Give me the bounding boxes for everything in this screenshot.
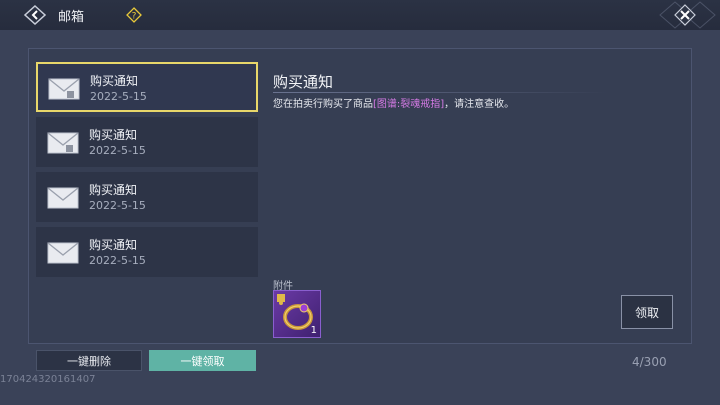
mail-list-item[interactable]: 购买通知 2022-5-15 [36, 227, 258, 277]
claim-button[interactable]: 领取 [621, 295, 673, 329]
back-arrow-icon [24, 5, 46, 25]
attachment-quantity: 1 [310, 325, 317, 336]
mail-list[interactable]: 购买通知 2022-5-15 购买通知 2022-5-15 购买通知 2022-… [36, 62, 258, 282]
mail-title: 购买通知 [89, 128, 138, 142]
mail-panel: 购买通知 2022-5-15 购买通知 2022-5-15 购买通知 2022-… [28, 48, 692, 344]
body-suffix: ，请注意查收。 [444, 99, 515, 110]
envelope-icon [47, 242, 79, 264]
page-title: 邮箱 [58, 10, 85, 25]
mail-list-item[interactable]: 购买通知 2022-5-15 [36, 172, 258, 222]
mail-date: 2022-5-15 [89, 199, 146, 212]
item-link[interactable]: [图谱:裂魂戒指] [373, 99, 444, 110]
body-prefix: 您在拍卖行购买了商品 [273, 99, 373, 110]
envelope-icon [47, 187, 79, 209]
mail-list-item[interactable]: 购买通知 2022-5-15 [36, 62, 258, 112]
envelope-icon [48, 78, 80, 100]
mail-date: 2022-5-15 [90, 90, 147, 103]
detail-body: 您在拍卖行购买了商品[图谱:裂魂戒指]，请注意查收。 [273, 95, 514, 110]
attachment-slot[interactable]: 1 [273, 290, 321, 338]
svg-text:?: ? [132, 12, 137, 22]
envelope-icon [47, 132, 79, 154]
claim-all-button[interactable]: 一键领取 [149, 350, 256, 371]
close-x-icon [674, 4, 696, 26]
close-button[interactable] [674, 4, 696, 26]
top-bar: 邮箱 ? [0, 0, 720, 30]
mail-date: 2022-5-15 [89, 144, 146, 157]
mail-counter: 4/300 [632, 355, 667, 369]
mail-title: 购买通知 [89, 238, 138, 252]
delete-all-button[interactable]: 一键删除 [36, 350, 142, 371]
detail-title: 购买通知 [273, 73, 334, 91]
back-button[interactable] [24, 5, 46, 25]
title-divider [273, 92, 607, 93]
question-diamond-icon[interactable]: ? [126, 7, 142, 23]
mail-date: 2022-5-15 [89, 254, 146, 267]
mail-list-item[interactable]: 购买通知 2022-5-15 [36, 117, 258, 167]
mail-title: 购买通知 [89, 183, 138, 197]
mail-title: 购买通知 [90, 74, 139, 88]
user-id: 170424320161407 [0, 374, 96, 385]
